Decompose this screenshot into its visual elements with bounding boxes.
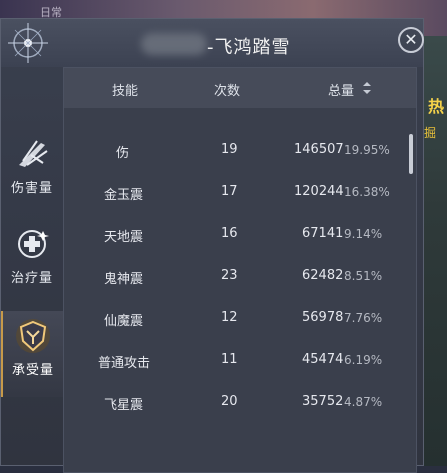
cell-total: 62482 [302,268,344,283]
tab-damage[interactable]: 伤害量 [1,129,63,211]
cell-total: 35752 [302,394,344,409]
column-header-skill: 技能 [112,84,139,99]
cell-skill: 金玉震 [104,188,144,203]
cell-total: 120244 [294,184,344,199]
cell-skill: 鬼神震 [104,272,144,287]
cell-percent: 4.87% [344,395,383,409]
table-row[interactable]: 普通攻击 11 45474 6.19% [64,340,412,382]
sword-burst-icon [19,140,48,167]
cell-percent: 19.95% [344,143,390,157]
cell-count: 16 [221,226,238,241]
player-name-redacted [141,33,207,55]
table-row[interactable]: 金玉震 17 120244 16.38% [64,172,412,214]
cell-count: 17 [221,184,238,199]
column-header-total-label: 总量 [328,84,355,99]
cell-skill: 飞星震 [104,398,144,413]
cell-total: 56978 [302,310,344,325]
heal-cross-icon [18,230,49,258]
cell-percent: 16.38% [344,185,390,199]
tab-damage-taken[interactable]: 承受量 [1,311,63,397]
table-row[interactable]: 天地震 16 67141 9.14% [64,214,412,256]
cell-count: 23 [221,268,238,283]
column-header-total[interactable]: 总量 [328,80,354,99]
cell-count: 20 [221,394,238,409]
skill-stats-table: 技能 次数 总量 伤 19 146507 19.95% 金玉震 17 12024… [63,67,417,473]
game-side-label: 热 [428,97,445,116]
cell-skill: 普通攻击 [98,356,151,371]
compass-icon [8,23,48,63]
table-row[interactable]: 鬼神震 23 62482 8.51% [64,256,412,298]
cell-total: 67141 [302,226,344,241]
cell-total: 45474 [302,352,344,367]
table-row[interactable]: 飞星震 20 35752 4.87% [64,382,412,424]
tab-damage-taken-label: 承受量 [11,363,54,378]
table-row[interactable]: 仙魔震 12 56978 7.76% [64,298,412,340]
damage-stats-panel: -飞鸿踏雪 ✕ 伤害量 治疗量 承受量 技能 次数 总量 伤 19 146507… [0,18,424,473]
cell-skill: 仙魔震 [104,314,144,329]
table-header: 技能 次数 总量 [64,68,416,108]
cell-percent: 8.51% [344,269,383,283]
cell-total: 146507 [294,142,344,157]
tab-healing-label: 治疗量 [10,271,53,286]
table-row[interactable]: 伤 19 146507 19.95% [64,130,412,172]
close-icon: ✕ [404,30,418,49]
sort-icon[interactable] [362,81,372,95]
cell-count: 12 [221,310,238,325]
tab-healing[interactable]: 治疗量 [1,219,63,301]
tab-damage-label: 伤害量 [10,181,53,196]
shield-icon [16,319,50,353]
cell-percent: 7.76% [344,311,383,325]
cell-percent: 9.14% [344,227,383,241]
cell-count: 19 [221,142,238,157]
table-scrollbar[interactable] [409,134,413,174]
game-side-label-2: 掘 [424,126,437,140]
cell-skill: 天地震 [104,230,144,245]
cell-skill: 伤 [116,146,130,161]
column-header-count: 次数 [214,84,241,99]
close-button[interactable]: ✕ [398,27,424,53]
panel-header: -飞鸿踏雪 ✕ [1,19,424,67]
page-title: -飞鸿踏雪 [207,37,291,58]
cell-percent: 6.19% [344,353,383,367]
cell-count: 11 [221,352,238,367]
